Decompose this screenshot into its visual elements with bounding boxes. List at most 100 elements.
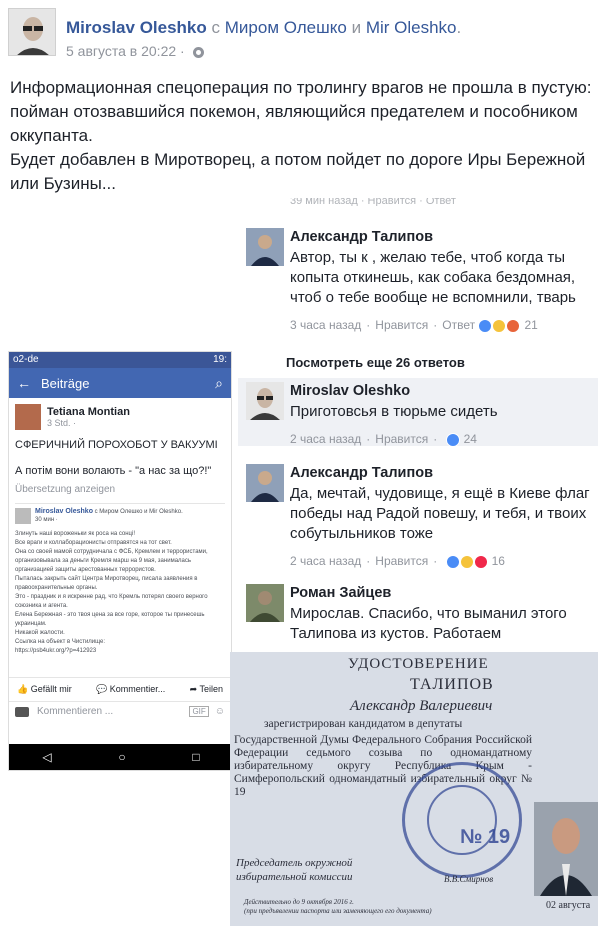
back-arrow-icon: ← bbox=[17, 375, 31, 391]
shared-line: Елена Бережная - это твоя цена за все го… bbox=[15, 612, 205, 618]
like-link: Нравится bbox=[375, 432, 429, 446]
reaction-count: 16 bbox=[491, 554, 505, 568]
poster-time: 3 Std. · bbox=[47, 418, 77, 428]
more-replies-link: Посмотреть еще 26 ответов bbox=[286, 355, 465, 370]
shared-line: Ссылка на объект в Чистилище: bbox=[15, 639, 106, 645]
commenter-name: Александр Талипов bbox=[290, 465, 433, 481]
phone-post-text-1: СФЕРИЧНИЙ ПОРОХОБОТ У ВАКУУМІ bbox=[15, 439, 218, 451]
commenter-avatar bbox=[246, 584, 284, 622]
phone-app-bar: ← Beiträge ⌕ bbox=[9, 368, 231, 398]
commenter-name: Роман Зайцев bbox=[290, 585, 392, 601]
certificate-valid: Действительно до 9 октября 2016 г. (при … bbox=[244, 898, 432, 915]
post-paragraph-2: Будет добавлен в Миротворец, а потом пой… bbox=[10, 150, 586, 193]
like-reaction-icon bbox=[445, 554, 460, 569]
certificate-title: УДОСТОВЕРЕНИЕ bbox=[348, 656, 489, 672]
phone-nav-bar: ◁ ○ □ bbox=[9, 744, 231, 770]
like-reaction-icon bbox=[478, 318, 493, 333]
share-action: ➦ Teilen bbox=[189, 684, 223, 694]
haha-reaction-icon bbox=[492, 318, 507, 333]
phone-comment-bar: Kommentieren ... GIF ☺ bbox=[9, 701, 231, 721]
like-link: Нравится bbox=[375, 554, 429, 568]
carrier-label: o2-de bbox=[13, 354, 39, 365]
comment-text: Приготовсья в тюрьме сидеть bbox=[290, 403, 498, 420]
certificate-registered: зарегистрирован кандидатом в депутаты bbox=[264, 718, 463, 730]
certificate-surname: ТАЛИПОВ bbox=[410, 676, 494, 693]
comment-text: Да, мечтай, чудовище, я ещё в Киеве флаг… bbox=[290, 485, 590, 542]
comment-text: Мирослав. Спасибо, что выманил этого Тал… bbox=[290, 605, 567, 642]
phone-status-bar: o2-de 19: bbox=[9, 352, 231, 368]
phone-post-actions: 👍 Gefällt mir 💬 Kommentier... ➦ Teilen bbox=[9, 677, 231, 701]
tagged-user-1-link[interactable]: Миром Олешко bbox=[225, 18, 347, 37]
like-reaction-icon bbox=[445, 432, 460, 447]
shared-time: 30 мин · bbox=[35, 517, 58, 523]
reply-link: Ответ bbox=[442, 318, 476, 332]
seal-stamp bbox=[402, 762, 522, 878]
poster-avatar bbox=[15, 404, 41, 430]
post-meta: 5 августа в 20:22 · bbox=[66, 43, 204, 59]
comment-placeholder: Kommentieren ... bbox=[37, 706, 114, 717]
author-name-link[interactable]: Miroslav Oleshko bbox=[66, 18, 207, 37]
search-icon: ⌕ bbox=[215, 374, 223, 391]
author-line: Miroslav Oleshko с Миром Олешко и Mir Ol… bbox=[66, 18, 462, 37]
shared-line: https://psb4ukr.org/?p=412923 bbox=[15, 648, 97, 654]
post-text: Информационная спецоперация по тролингу … bbox=[10, 76, 596, 196]
haha-reaction-icon bbox=[459, 554, 474, 569]
tagged-user-2-link[interactable]: Mir Oleshko bbox=[366, 18, 457, 37]
with-word: с bbox=[211, 18, 221, 37]
shared-line: украинцам. bbox=[15, 621, 47, 627]
phone-app-title: Beiträge bbox=[41, 375, 90, 391]
comment-text: Автор, ты к , желаю тебе, чтоб когда ты … bbox=[290, 249, 576, 306]
comment-time: 3 часа назад bbox=[290, 318, 362, 332]
comment-time: 2 часа назад bbox=[290, 554, 362, 568]
post-timestamp-link[interactable]: 5 августа в 20:22 · bbox=[66, 43, 185, 59]
shared-avatar bbox=[15, 508, 31, 524]
commenter-avatar bbox=[246, 228, 284, 266]
commenter-name: Александр Талипов bbox=[290, 229, 433, 245]
and-word: и bbox=[351, 18, 362, 37]
post-paragraph-1: Информационная спецоперация по тролингу … bbox=[10, 78, 592, 145]
camera-icon bbox=[15, 706, 29, 717]
shared-line: Это - праздник и я искренне рад, что Кре… bbox=[15, 594, 208, 600]
nav-recents-icon: □ bbox=[192, 750, 200, 764]
phone-post: Tetiana Montian 3 Std. · СФЕРИЧНИЙ ПОРОХ… bbox=[9, 398, 231, 495]
clock-label: 19: bbox=[213, 354, 227, 365]
translate-link: Übersetzung anzeigen bbox=[15, 484, 116, 495]
shared-line: Злинуть наші вороженьки як роса на сонці… bbox=[15, 531, 135, 537]
love-reaction-icon bbox=[473, 554, 488, 569]
comment-time: 2 часа назад bbox=[290, 432, 362, 446]
shared-line: Все враги и коллаборационисты отправятся… bbox=[15, 540, 172, 546]
shared-line: организацией защиты арестованных террори… bbox=[15, 567, 156, 573]
attached-collage-image[interactable]: 39 мин назад · Нравится · Ответ Александ… bbox=[8, 198, 598, 926]
like-action: 👍 Gefällt mir bbox=[17, 684, 72, 694]
comment-meta: 2 часа назад · Нравится · 16 bbox=[290, 554, 505, 569]
shared-line: организовывала за деньги Кремля марш на … bbox=[15, 558, 191, 564]
phone-screenshot: o2-de 19: ← Beiträge ⌕ Tetiana Montian 3… bbox=[8, 351, 232, 771]
like-link: Нравится bbox=[375, 318, 429, 332]
shared-with: с Миром Олешко и Mir Oleshko. bbox=[94, 509, 183, 515]
shared-line: Никакой жалости. bbox=[15, 630, 65, 636]
comment-meta: 2 часа назад · Нравится · 24 bbox=[290, 432, 477, 447]
certificate-photo: УДОСТОВЕРЕНИЕ ТАЛИПОВ Александр Валериев… bbox=[230, 652, 598, 926]
comment-action: 💬 Kommentier... bbox=[96, 684, 166, 694]
comment-meta: 3 часа назад · Нравится · Ответ 21 bbox=[290, 318, 538, 333]
shared-line: Она со своей мамой сотрудничала с ФСБ, К… bbox=[15, 549, 208, 555]
stamp-number: № 19 bbox=[460, 826, 511, 848]
candidate-photo bbox=[534, 802, 598, 896]
phone-post-text-2: А потім вони волають - "а нас за що?!" bbox=[15, 465, 212, 477]
globe-icon[interactable] bbox=[192, 46, 204, 58]
certificate-signature: В.В.Смирнов bbox=[444, 874, 494, 884]
emoji-icon: ☺ bbox=[214, 706, 225, 717]
reaction-count: 21 bbox=[524, 318, 538, 332]
commenter-name: Miroslav Oleshko bbox=[290, 383, 411, 399]
certificate-fullname: Александр Валериевич bbox=[350, 698, 493, 714]
poster-name: Tetiana Montian bbox=[47, 406, 130, 418]
nav-home-icon: ○ bbox=[118, 750, 126, 764]
author-avatar[interactable] bbox=[8, 8, 56, 56]
cut-off-meta: 39 мин назад · Нравится · Ответ bbox=[290, 198, 456, 206]
shared-author: Miroslav Oleshko bbox=[35, 508, 93, 515]
certificate-date: 02 августа bbox=[546, 900, 591, 911]
reaction-count: 24 bbox=[463, 432, 477, 446]
gif-icon: GIF bbox=[189, 706, 209, 717]
certificate-chair: Председатель окружной избирательной коми… bbox=[236, 857, 353, 883]
shared-line: Пыталась закрыть сайт Центра Миротворец,… bbox=[15, 576, 198, 582]
